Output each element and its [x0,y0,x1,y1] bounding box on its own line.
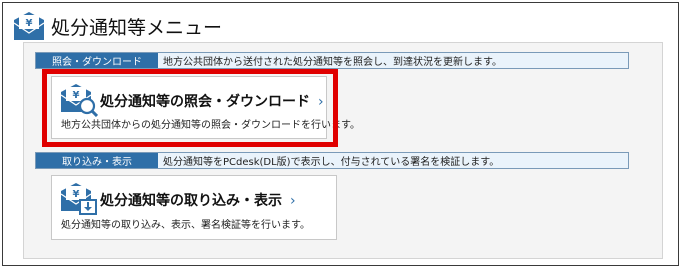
menu-frame: ¥ 処分通知等メニュー 照会・ダウンロード 地方公共団体から送付された処分通知等… [2,2,679,266]
card-desc-import: 処分通知等の取り込み、表示、署名検証等を行います。 [61,220,310,231]
section-desc-inquiry: 地方公共団体から送付された処分通知等を照会し、到達状況を更新します。 [163,57,502,68]
mail-yen-import-icon: ¥ [60,183,97,215]
section-label-import: 取り込み・表示 [36,153,158,168]
svg-text:¥: ¥ [73,189,80,200]
page-title: 処分通知等メニュー [51,17,223,39]
section-label-inquiry: 照会・ダウンロード [36,53,158,68]
svg-text:¥: ¥ [26,18,33,29]
chevron-right-icon: › [290,193,296,209]
card-title-import[interactable]: 処分通知等の取り込み・表示 › [100,190,296,210]
mail-yen-icon: ¥ [13,12,45,40]
highlight-box [42,69,338,147]
section-bar-inquiry: 照会・ダウンロード 地方公共団体から送付された処分通知等を照会し、到達状況を更新… [35,52,629,69]
section-bar-import: 取り込み・表示 処分通知等をPCdesk(DL版)で表示し、付与されている署名を… [35,152,629,169]
import-display-card[interactable]: ¥ 処分通知等の取り込み・表示 › 処分通知等の取り込み、表示、署名検証等を行いま… [51,175,337,240]
section-desc-import: 処分通知等をPCdesk(DL版)で表示し、付与されている署名を検証します。 [163,157,500,168]
